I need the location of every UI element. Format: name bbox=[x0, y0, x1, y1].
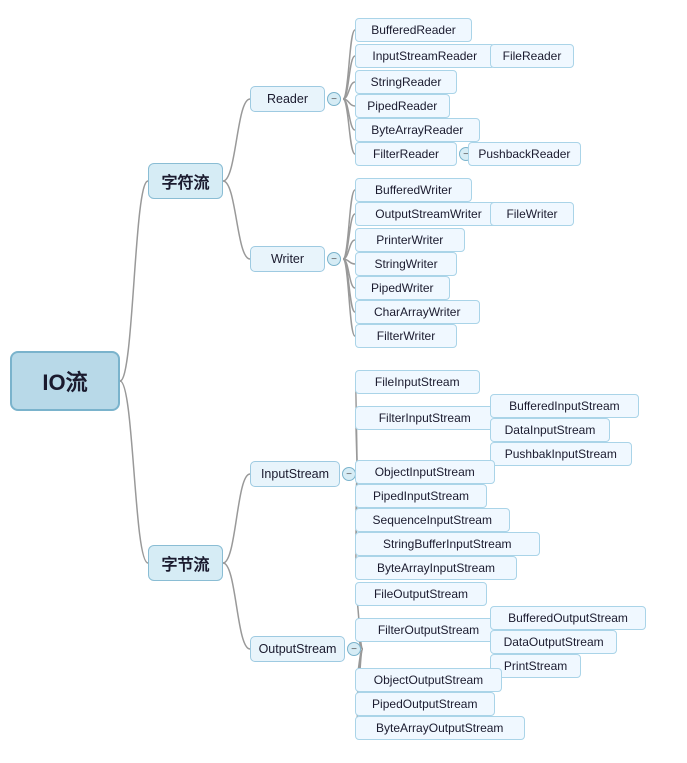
node-字符流: 字符流 bbox=[148, 163, 223, 199]
collapse-icon[interactable]: − bbox=[327, 92, 341, 106]
node-FilterInputStream: FilterInputStream bbox=[355, 406, 495, 430]
collapse-icon[interactable]: − bbox=[327, 252, 341, 266]
node-Reader: Reader bbox=[250, 86, 325, 112]
node-PipedInputStream: PipedInputStream bbox=[355, 484, 487, 508]
node-FilterWriter: FilterWriter bbox=[355, 324, 457, 348]
node-PipedOutputStream: PipedOutputStream bbox=[355, 692, 495, 716]
node-DataInputStream: DataInputStream bbox=[490, 418, 610, 442]
node-InputStreamReader: InputStreamReader bbox=[355, 44, 495, 68]
node-BufferedWriter: BufferedWriter bbox=[355, 178, 472, 202]
node-StringReader: StringReader bbox=[355, 70, 457, 94]
node-ByteArrayOutputStream: ByteArrayOutputStream bbox=[355, 716, 525, 740]
node-CharArrayWriter: CharArrayWriter bbox=[355, 300, 480, 324]
node-字节流: 字节流 bbox=[148, 545, 223, 581]
node-ObjectOutputStream: ObjectOutputStream bbox=[355, 668, 502, 692]
collapse-icon[interactable]: − bbox=[347, 642, 361, 656]
node-BufferedInputStream: BufferedInputStream bbox=[490, 394, 639, 418]
node-StringBufferInputStream: StringBufferInputStream bbox=[355, 532, 540, 556]
node-FilterOutputStream: FilterOutputStream bbox=[355, 618, 502, 642]
mind-map: IO流字符流Reader−BufferedReaderInputStreamRe… bbox=[0, 0, 687, 763]
node-ByteArrayInputStream: ByteArrayInputStream bbox=[355, 556, 517, 580]
node-BufferedReader: BufferedReader bbox=[355, 18, 472, 42]
node-PrintStream: PrintStream bbox=[490, 654, 581, 678]
collapse-icon[interactable]: − bbox=[342, 467, 356, 481]
node-FilterReader: FilterReader bbox=[355, 142, 457, 166]
node-DataOutputStream: DataOutputStream bbox=[490, 630, 617, 654]
node-FileWriter: FileWriter bbox=[490, 202, 574, 226]
node-PrinterWriter: PrinterWriter bbox=[355, 228, 465, 252]
node-StringWriter: StringWriter bbox=[355, 252, 457, 276]
node-OutputStreamWriter: OutputStreamWriter bbox=[355, 202, 502, 226]
node-PushbackReader: PushbackReader bbox=[468, 142, 581, 166]
node-IO流: IO流 bbox=[10, 351, 120, 411]
node-PipedReader: PipedReader bbox=[355, 94, 450, 118]
node-ObjectInputStream: ObjectInputStream bbox=[355, 460, 495, 484]
node-PushbakInputStream: PushbakInputStream bbox=[490, 442, 632, 466]
node-FileOutputStream: FileOutputStream bbox=[355, 582, 487, 606]
node-InputStream: InputStream bbox=[250, 461, 340, 487]
node-FileReader: FileReader bbox=[490, 44, 574, 68]
node-ByteArrayReader: ByteArrayReader bbox=[355, 118, 480, 142]
node-Writer: Writer bbox=[250, 246, 325, 272]
node-PipedWriter: PipedWriter bbox=[355, 276, 450, 300]
node-SequenceInputStream: SequenceInputStream bbox=[355, 508, 510, 532]
node-OutputStream: OutputStream bbox=[250, 636, 345, 662]
node-FileInputStream: FileInputStream bbox=[355, 370, 480, 394]
node-BufferedOutputStream: BufferedOutputStream bbox=[490, 606, 646, 630]
